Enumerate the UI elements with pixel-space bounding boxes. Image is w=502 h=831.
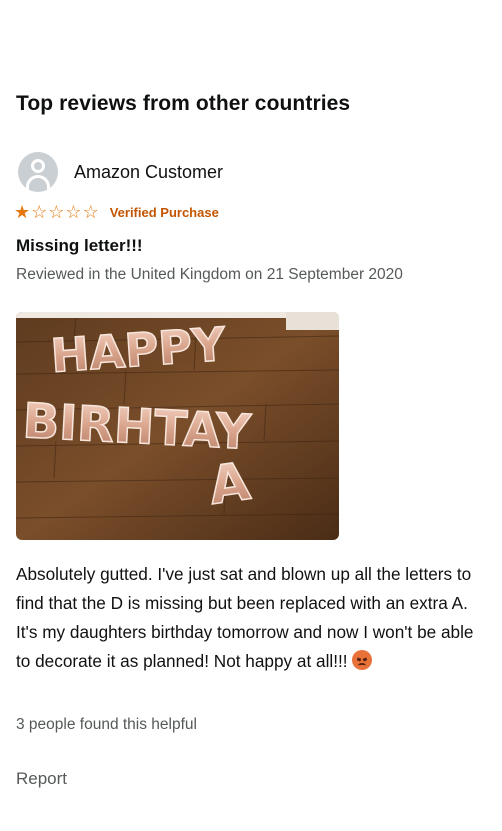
reviewer-profile[interactable]: Amazon Customer — [18, 152, 223, 192]
review-photo[interactable]: HAPPY BIRHTAY A — [16, 312, 339, 540]
star-empty-icon: ☆ — [65, 202, 82, 222]
helpful-count: 3 people found this helpful — [16, 716, 197, 733]
balloon-text-line-2: BIRHTAY — [21, 393, 253, 461]
balloon-text-line-3: A — [205, 452, 253, 517]
review-title[interactable]: Missing letter!!! — [16, 236, 143, 256]
reviewer-name[interactable]: Amazon Customer — [74, 162, 223, 183]
angry-face-emoji-icon — [351, 650, 372, 670]
star-rating[interactable]: ★ ☆ ☆ ☆ ☆ — [14, 203, 100, 221]
rating-row: ★ ☆ ☆ ☆ ☆ Verified Purchase — [14, 203, 219, 221]
report-link[interactable]: Report — [16, 769, 67, 789]
star-filled-icon: ★ — [14, 202, 31, 222]
star-empty-icon: ☆ — [82, 202, 99, 222]
star-empty-icon: ☆ — [48, 202, 65, 222]
section-title: Top reviews from other countries — [16, 92, 351, 115]
review-text: Absolutely gutted. I've just sat and blo… — [16, 564, 474, 671]
review-date: Reviewed in the United Kingdom on 21 Sep… — [16, 266, 403, 283]
star-empty-icon: ☆ — [31, 202, 48, 222]
review-body: Absolutely gutted. I've just sat and blo… — [16, 560, 486, 676]
avatar-icon — [18, 152, 58, 192]
verified-purchase-badge: Verified Purchase — [109, 204, 219, 220]
